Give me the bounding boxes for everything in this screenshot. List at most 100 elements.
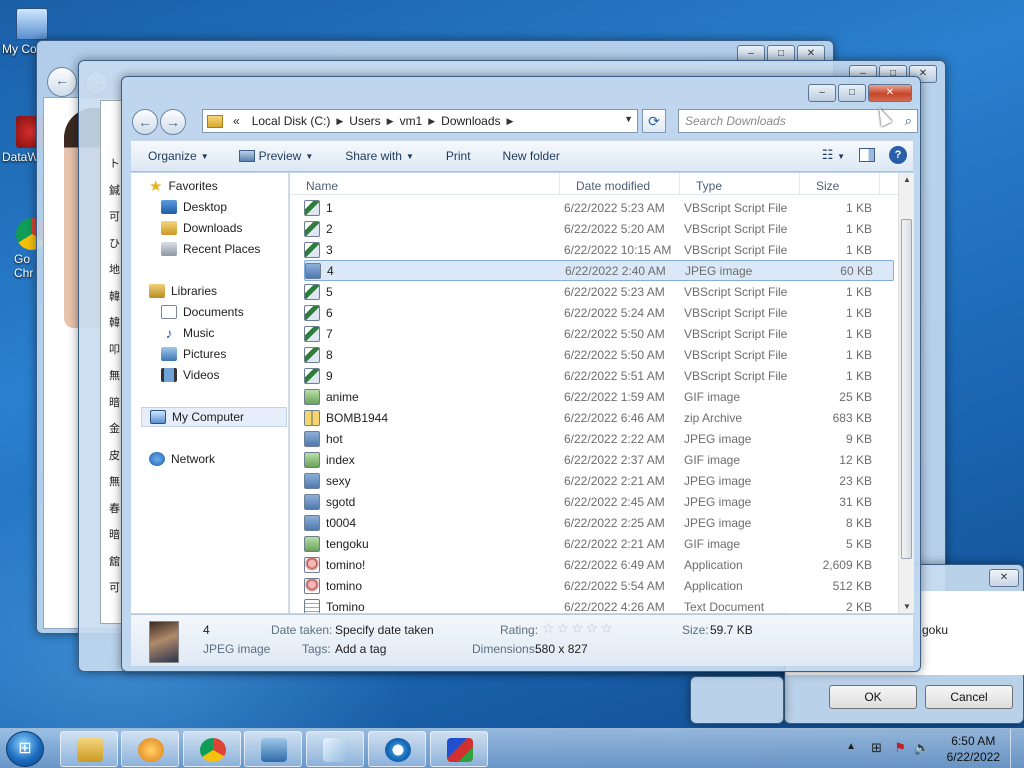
nav-downloads[interactable]: Downloads	[161, 218, 242, 238]
file-type: VBScript Script File	[684, 326, 788, 341]
file-row[interactable]: 4 6/22/2022 2:40 AM JPEG image 60 KB	[304, 260, 894, 281]
refresh-icon[interactable]: ⟳	[642, 109, 666, 133]
column-header-date-modified[interactable]: Date modified	[560, 173, 680, 194]
vertical-scrollbar[interactable]: ▲ ▼	[898, 173, 914, 613]
details-file-name: 4	[203, 623, 210, 637]
rating-stars[interactable]: ☆☆☆☆☆	[542, 620, 615, 637]
taskbar-notepad[interactable]	[306, 731, 364, 767]
file-row[interactable]: tengoku 6/22/2022 2:21 AM GIF image 5 KB	[304, 533, 894, 554]
file-date: 6/22/2022 5:54 AM	[564, 578, 665, 593]
nav-libraries[interactable]: Libraries	[149, 281, 217, 301]
forward-icon[interactable]: →	[160, 109, 186, 135]
new-folder-button[interactable]: New folder	[481, 149, 570, 163]
nav-my-computer[interactable]: My Computer	[141, 407, 287, 427]
chevron-right-icon[interactable]: ▶	[507, 116, 514, 127]
organize-button[interactable]: Organize ▼	[131, 149, 219, 163]
preview-button[interactable]: Preview ▼	[219, 149, 324, 163]
breadcrumb-local-disk[interactable]: Local Disk (C:)	[246, 114, 337, 128]
nav-music[interactable]: ♪ Music	[161, 323, 215, 343]
file-row[interactable]: BOMB1944 6/22/2022 6:46 AM zip Archive 683 …	[304, 407, 894, 428]
file-type: GIF image	[684, 389, 741, 404]
file-row[interactable]: 8 6/22/2022 5:50 AM VBScript Script File 1 …	[304, 344, 894, 365]
address-bar[interactable]: « Local Disk (C:) ▶ Users ▶ vm1 ▶ Downlo…	[202, 109, 638, 133]
clock[interactable]: 6:50 AM 6/22/2022	[947, 733, 1000, 765]
maximize-icon[interactable]: □	[838, 84, 866, 102]
search-icon[interactable]: ⌕	[905, 113, 912, 129]
scroll-down-icon[interactable]: ▼	[903, 602, 911, 611]
close-icon[interactable]: ✕	[868, 84, 912, 102]
file-row[interactable]: 3 6/22/2022 10:15 AM VBScript Script File 1…	[304, 239, 894, 260]
file-name: sgotd	[326, 494, 356, 509]
date-taken-value[interactable]: Specify date taken	[335, 623, 434, 637]
show-hidden-icons-icon[interactable]: ▲	[846, 741, 856, 752]
nav-recent-places[interactable]: Recent Places	[161, 239, 260, 259]
action-center-icon[interactable]: ⚑	[894, 740, 906, 756]
scrollbar-thumb[interactable]	[901, 219, 912, 559]
file-row[interactable]: hot 6/22/2022 2:22 AM JPEG image 9 KB	[304, 428, 894, 449]
chevron-right-icon[interactable]: ▶	[387, 116, 394, 127]
taskbar-image-viewer[interactable]	[244, 731, 302, 767]
preview-pane-icon[interactable]	[859, 148, 875, 162]
share-with-button[interactable]: Share with ▼	[323, 149, 424, 163]
network-status-icon[interactable]: ⊞	[871, 740, 882, 756]
file-name: 8	[326, 347, 333, 362]
column-header-name[interactable]: Name	[290, 173, 560, 194]
taskbar-media-player[interactable]	[121, 731, 179, 767]
file-row[interactable]: 9 6/22/2022 5:51 AM VBScript Script File 1 …	[304, 365, 894, 386]
views-icon[interactable]: ☷ ▼	[822, 147, 845, 163]
scroll-up-icon[interactable]: ▲	[903, 175, 911, 184]
nav-network[interactable]: Network	[149, 449, 215, 469]
breadcrumb-downloads[interactable]: Downloads	[435, 114, 506, 128]
file-type: JPEG image	[684, 515, 752, 530]
start-button[interactable]: ⊞	[6, 731, 44, 767]
file-name-cell: 2	[304, 220, 564, 237]
file-row[interactable]: 5 6/22/2022 5:23 AM VBScript Script File 1 …	[304, 281, 894, 302]
print-button[interactable]: Print	[424, 149, 481, 163]
nav-pictures[interactable]: Pictures	[161, 344, 226, 364]
file-type: VBScript Script File	[684, 368, 788, 383]
file-row[interactable]: 2 6/22/2022 5:20 AM VBScript Script File 1 …	[304, 218, 894, 239]
column-header-size[interactable]: Size	[800, 173, 880, 194]
taskbar-internet-explorer[interactable]	[368, 731, 426, 767]
back-icon[interactable]: ←	[132, 109, 158, 135]
file-row[interactable]: sexy 6/22/2022 2:21 AM JPEG image 23 KB	[304, 470, 894, 491]
breadcrumb-vm1[interactable]: vm1	[394, 114, 429, 128]
file-row[interactable]: anime 6/22/2022 1:59 AM GIF image 25 KB	[304, 386, 894, 407]
file-row[interactable]: tomino! 6/22/2022 6:49 AM Application 2,609…	[304, 554, 894, 575]
ok-button[interactable]: OK	[829, 685, 917, 709]
file-row[interactable]: 1 6/22/2022 5:23 AM VBScript Script File 1 …	[304, 197, 894, 218]
taskbar-app[interactable]	[430, 731, 488, 767]
tags-value[interactable]: Add a tag	[335, 642, 386, 656]
file-row[interactable]: tomino 6/22/2022 5:54 AM Application 512 KB	[304, 575, 894, 596]
file-row[interactable]: t0004 6/22/2022 2:25 AM JPEG image 8 KB	[304, 512, 894, 533]
help-icon[interactable]: ?	[889, 146, 907, 164]
file-row[interactable]: 7 6/22/2022 5:50 AM VBScript Script File 1 …	[304, 323, 894, 344]
breadcrumb-users[interactable]: Users	[343, 114, 386, 128]
chevron-down-icon[interactable]: ▼	[624, 114, 633, 124]
column-header-type[interactable]: Type	[680, 173, 800, 194]
minimize-icon[interactable]: –	[808, 84, 836, 102]
breadcrumb-overflow[interactable]: «	[227, 114, 246, 128]
volume-icon[interactable]: 🔈	[914, 740, 930, 756]
taskbar-chrome[interactable]	[183, 731, 241, 767]
file-name-cell: index	[304, 451, 564, 468]
taskbar-explorer[interactable]	[60, 731, 118, 767]
file-name-cell: 5	[304, 283, 564, 300]
file-row[interactable]: Tomino 6/22/2022 4:26 AM Text Document 2 KB	[304, 596, 894, 613]
file-row[interactable]: sgotd 6/22/2022 2:45 AM JPEG image 31 KB	[304, 491, 894, 512]
nav-desktop[interactable]: Desktop	[161, 197, 227, 217]
show-desktop-button[interactable]	[1010, 729, 1024, 768]
chevron-right-icon[interactable]: ▶	[428, 116, 435, 127]
nav-documents[interactable]: Documents	[161, 302, 244, 322]
file-date: 6/22/2022 2:25 AM	[564, 515, 665, 530]
file-row[interactable]: 6 6/22/2022 5:24 AM VBScript Script File 1 …	[304, 302, 894, 323]
nav-videos[interactable]: Videos	[161, 365, 219, 385]
cancel-button[interactable]: Cancel	[925, 685, 1013, 709]
dialog-close-icon[interactable]: ✕	[989, 569, 1019, 587]
nav-favorites[interactable]: ★ Favorites	[149, 176, 218, 196]
file-row[interactable]: index 6/22/2022 2:37 AM GIF image 12 KB	[304, 449, 894, 470]
chevron-right-icon[interactable]: ▶	[336, 116, 343, 127]
downloads-icon	[161, 221, 177, 235]
file-date: 6/22/2022 5:23 AM	[564, 284, 665, 299]
back-icon[interactable]: ←	[47, 67, 77, 97]
